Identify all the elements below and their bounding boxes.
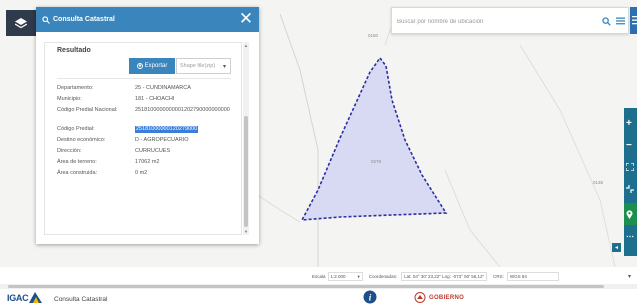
layers-button[interactable]: [6, 10, 36, 36]
igac-logo-text: IGAC: [7, 292, 29, 303]
main-menu-button[interactable]: [630, 7, 637, 34]
scroll-down-icon[interactable]: ▼: [243, 228, 249, 235]
info-label: Área de terreno:: [57, 159, 97, 165]
close-button[interactable]: ✕: [238, 10, 254, 28]
export-label: Exportar: [144, 63, 168, 69]
chevron-left-icon: ◂: [614, 245, 618, 251]
chevron-down-icon[interactable]: ▾: [628, 273, 631, 280]
info-value: 25 - CUNDINAMARCA: [135, 85, 191, 91]
export-icon: [136, 63, 143, 69]
export-button[interactable]: Exportar: [129, 58, 175, 74]
page-scroll-thumb[interactable]: [8, 285, 604, 288]
info-value: D - AGROPECUARIO: [135, 137, 189, 143]
collapse-toolbar-button[interactable]: ◂: [612, 243, 621, 252]
map-pin-icon: [626, 209, 633, 219]
info-icon: i: [363, 290, 377, 304]
info-label: Área construida:: [57, 170, 98, 176]
info-value: 181 - CHOACHÍ: [135, 96, 175, 102]
info-label: Dirección:: [57, 148, 82, 154]
info-value: 17062 m2: [135, 159, 160, 165]
search-icon: [601, 16, 611, 26]
road-line: [444, 169, 501, 267]
minus-icon: −: [626, 139, 632, 151]
info-label: Código Predial Nacional:: [57, 107, 118, 113]
result-heading: Resultado: [57, 47, 91, 54]
chevron-down-icon: ▾: [357, 273, 360, 279]
search-icon: [42, 15, 50, 24]
zoom-in-button[interactable]: +: [624, 112, 637, 134]
footer: IGAC Consulta Catastral i GOBIERNO: [0, 289, 637, 305]
igac-mark-icon: [29, 292, 43, 303]
scroll-up-icon[interactable]: ▲: [243, 42, 249, 49]
more-icon: ⋯: [626, 231, 634, 241]
panel-scrollbar[interactable]: ▲ ▼: [243, 42, 249, 235]
layers-icon: [15, 17, 27, 28]
info-value-selected[interactable]: 25181000000120279000: [135, 126, 199, 133]
status-bar: Escala 1:2.000 ▾ Coordenadas: Lat: 04° 3…: [264, 270, 637, 283]
search-button[interactable]: [599, 14, 613, 28]
gobierno-seal-icon: [414, 292, 426, 303]
search-box: [391, 7, 629, 34]
shrink-button[interactable]: [624, 178, 637, 200]
info-label: Departamento:: [57, 85, 94, 91]
full-extent-button[interactable]: [624, 156, 637, 178]
road-line: [279, 13, 319, 267]
info-value: CURRUCUES: [135, 148, 171, 154]
gobierno-logo: GOBIERNO: [414, 292, 464, 303]
gobierno-text: GOBIERNO: [429, 294, 465, 301]
menu-icon: [615, 17, 625, 25]
crs-value: WGS 84: [509, 274, 527, 279]
info-label: Código Predial:: [57, 126, 95, 132]
result-card: Resultado Exportar Shape file(zip) ▾ Dep…: [44, 42, 242, 235]
coords-value: Lat: 04° 30' 23,22" Lng: -073° 50' 56,12…: [401, 272, 488, 281]
panel-header: Consulta Catastral ✕: [36, 7, 259, 32]
divider: [57, 78, 231, 79]
info-value: 2518100000000001202790000000000: [135, 107, 230, 113]
hamburger-icon: [632, 16, 637, 25]
igac-logo: IGAC: [7, 292, 43, 303]
map-toolbar: + − ⋯: [624, 108, 637, 256]
parcel-polygon[interactable]: [300, 56, 448, 221]
close-icon: ✕: [238, 9, 254, 28]
panel-body: Resultado Exportar Shape file(zip) ▾ Dep…: [36, 32, 259, 244]
expand-icon: [626, 163, 634, 171]
crs-label: CRS:: [493, 274, 504, 279]
locate-button[interactable]: [624, 203, 637, 225]
scale-select[interactable]: 1:2.000 ▾: [327, 272, 363, 281]
info-value: 0 m2: [135, 170, 148, 176]
panel-title: Consulta Catastral: [53, 16, 115, 23]
info-button[interactable]: i: [363, 290, 377, 305]
map-label-top: 0150: [368, 33, 379, 38]
format-select[interactable]: Shape file(zip) ▾: [176, 58, 231, 74]
compress-icon: [626, 185, 634, 193]
info-label: Destino económico:: [57, 137, 106, 143]
crs-select[interactable]: WGS 84: [506, 272, 559, 281]
chevron-down-icon: ▾: [222, 64, 226, 70]
plus-icon: +: [626, 117, 632, 129]
search-input[interactable]: [397, 13, 567, 30]
road-line: [519, 44, 616, 267]
format-placeholder: Shape file(zip): [180, 63, 216, 69]
info-label: Municipio:: [57, 96, 82, 102]
scroll-thumb[interactable]: [244, 116, 248, 227]
more-tools-button[interactable]: ⋯: [624, 225, 637, 247]
coords-label: Coordenadas:: [368, 274, 398, 279]
scale-value: 1:2.000: [330, 274, 346, 279]
zoom-out-button[interactable]: −: [624, 134, 637, 156]
consulta-catastral-panel: Consulta Catastral ✕ Resultado Exportar …: [36, 7, 259, 244]
footer-app-name: Consulta Catastral: [54, 296, 108, 303]
search-menu-button[interactable]: [613, 14, 627, 28]
map-label-parcel: 0279: [371, 159, 382, 164]
scale-label: Escala: [312, 274, 326, 279]
map-label-right: 0136: [593, 180, 604, 185]
